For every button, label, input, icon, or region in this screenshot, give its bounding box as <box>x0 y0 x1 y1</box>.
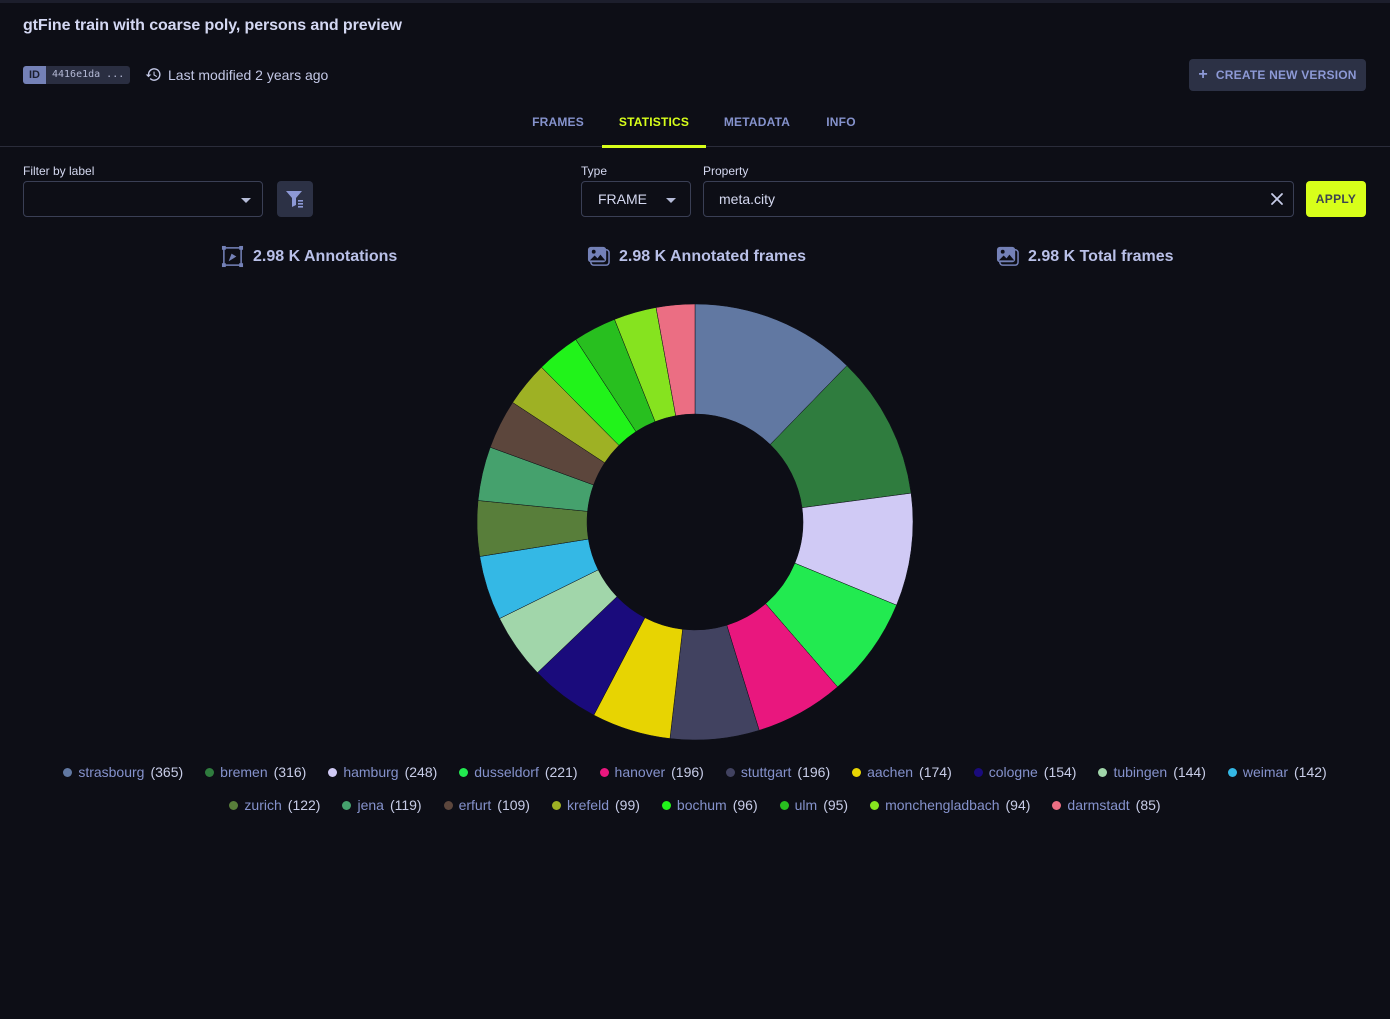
legend-label: bochum <box>676 797 727 813</box>
legend-item-dusseldorf[interactable]: dusseldorf (221) <box>459 764 578 780</box>
legend-dot <box>205 767 215 777</box>
legend-item-krefeld[interactable]: krefeld (99) <box>551 797 640 813</box>
legend-item-monchengladbach[interactable]: monchengladbach (94) <box>870 797 1030 813</box>
legend-count: (316) <box>273 764 307 780</box>
legend-dot <box>63 767 73 777</box>
legend-item-zurich[interactable]: zurich (122) <box>229 797 320 813</box>
legend-count: (248) <box>404 764 438 780</box>
legend-dot <box>443 800 453 810</box>
legend-label: hamburg <box>343 764 399 780</box>
legend-count: (142) <box>1294 764 1327 780</box>
legend-dot <box>1052 800 1062 810</box>
legend-count: (119) <box>389 797 422 813</box>
legend-dot <box>328 767 338 777</box>
legend-label: strasbourg <box>78 764 145 780</box>
legend-count: (174) <box>919 764 952 780</box>
legend-label: bremen <box>220 764 268 780</box>
legend-item-stuttgart[interactable]: stuttgart (196) <box>725 764 831 780</box>
legend-count: (94) <box>1005 797 1031 813</box>
legend-label: darmstadt <box>1067 797 1130 813</box>
legend-label: dusseldorf <box>474 764 539 780</box>
legend-item-ulm[interactable]: ulm (95) <box>779 797 849 813</box>
legend-item-cologne[interactable]: cologne (154) <box>973 764 1077 780</box>
legend-dot <box>229 800 239 810</box>
legend-dot <box>852 767 862 777</box>
legend-dot <box>779 800 789 810</box>
legend-count: (109) <box>497 797 530 813</box>
legend-count: (196) <box>671 764 704 780</box>
legend-label: aachen <box>867 764 914 780</box>
legend-dot <box>725 767 735 777</box>
legend-count: (365) <box>150 764 184 780</box>
legend-dot <box>599 767 609 777</box>
legend-label: jena <box>357 797 384 813</box>
legend-label: erfurt <box>458 797 492 813</box>
legend-label: zurich <box>244 797 282 813</box>
legend-item-tubingen[interactable]: tubingen (144) <box>1098 764 1206 780</box>
legend-dot <box>342 800 352 810</box>
legend-dot <box>459 767 469 777</box>
legend-label: hanover <box>614 764 666 780</box>
legend-label: weimar <box>1242 764 1288 780</box>
legend-label: cologne <box>988 764 1038 780</box>
donut-chart <box>476 303 914 741</box>
legend-label: krefeld <box>566 797 609 813</box>
legend-count: (95) <box>823 797 849 813</box>
legend-item-hanover[interactable]: hanover (196) <box>599 764 704 780</box>
legend-label: tubingen <box>1113 764 1168 780</box>
legend-item-darmstadt[interactable]: darmstadt (85) <box>1052 797 1161 813</box>
legend-count: (221) <box>544 764 578 780</box>
legend-count: (144) <box>1173 764 1206 780</box>
legend-item-erfurt[interactable]: erfurt (109) <box>443 797 530 813</box>
legend-label: ulm <box>794 797 818 813</box>
legend-item-jena[interactable]: jena (119) <box>342 797 422 813</box>
legend-count: (122) <box>287 797 321 813</box>
legend-count: (96) <box>732 797 758 813</box>
legend-item-aachen[interactable]: aachen (174) <box>852 764 952 780</box>
legend-item-hamburg[interactable]: hamburg (248) <box>328 764 437 780</box>
legend-dot <box>661 800 671 810</box>
legend-count: (154) <box>1043 764 1077 780</box>
legend-dot <box>870 800 880 810</box>
legend-item-bochum[interactable]: bochum (96) <box>661 797 758 813</box>
legend-row: strasbourg (365) bremen (316) hamburg (248) du… <box>0 764 1390 780</box>
legend-count: (196) <box>797 764 831 780</box>
legend-label: monchengladbach <box>885 797 1000 813</box>
legend-count: (85) <box>1135 797 1161 813</box>
legend-row: zurich (122) jena (119) erfurt (109) krefeld (9… <box>0 797 1390 813</box>
legend-dot <box>1227 767 1237 777</box>
legend-label: stuttgart <box>740 764 792 780</box>
legend-dot <box>1098 767 1108 777</box>
legend-item-strasbourg[interactable]: strasbourg (365) <box>63 764 183 780</box>
legend-item-weimar[interactable]: weimar (142) <box>1227 764 1327 780</box>
legend-dot <box>551 800 561 810</box>
legend-count: (99) <box>615 797 640 813</box>
legend-item-bremen[interactable]: bremen (316) <box>205 764 306 780</box>
legend-dot <box>973 767 983 777</box>
